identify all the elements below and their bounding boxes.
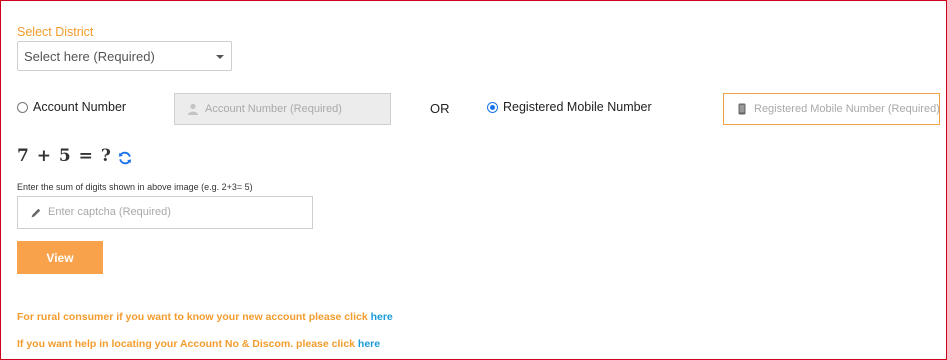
mobile-number-radio[interactable] xyxy=(487,102,498,113)
captcha-hint: Enter the sum of digits shown in above i… xyxy=(17,182,253,192)
view-button[interactable]: View xyxy=(17,241,103,274)
account-number-radio[interactable] xyxy=(17,102,28,113)
captcha-input[interactable]: Enter captcha (Required) xyxy=(17,196,313,229)
mobile-number-placeholder: Registered Mobile Number (Required) xyxy=(754,103,940,115)
mobile-number-input[interactable]: Registered Mobile Number (Required) xyxy=(723,93,940,125)
district-select[interactable]: Select here (Required) xyxy=(17,41,232,71)
rural-consumer-text: For rural consumer if you want to know y… xyxy=(17,311,371,323)
or-separator: OR xyxy=(430,101,450,116)
mobile-number-radio-label[interactable]: Registered Mobile Number xyxy=(503,100,652,114)
pencil-icon xyxy=(31,208,41,218)
account-number-radio-label[interactable]: Account Number xyxy=(33,100,126,114)
refresh-icon[interactable] xyxy=(118,151,132,165)
account-icon xyxy=(188,103,198,115)
locate-account-info: If you want help in locating your Accoun… xyxy=(17,338,380,350)
caret-down-icon xyxy=(216,55,224,59)
form-frame: Select District Select here (Required) A… xyxy=(0,0,947,360)
district-label: Select District xyxy=(17,25,94,39)
district-select-value: Select here (Required) xyxy=(24,49,155,64)
locate-account-text: If you want help in locating your Accoun… xyxy=(17,338,358,350)
account-number-placeholder: Account Number (Required) xyxy=(205,103,342,115)
rural-consumer-info: For rural consumer if you want to know y… xyxy=(17,311,393,323)
captcha-image: 7 + 5 = ? xyxy=(17,146,112,166)
locate-account-here-link[interactable]: here xyxy=(358,338,380,350)
mobile-phone-icon xyxy=(738,103,746,115)
captcha-placeholder: Enter captcha (Required) xyxy=(48,206,171,218)
rural-consumer-here-link[interactable]: here xyxy=(371,311,393,323)
account-number-input[interactable]: Account Number (Required) xyxy=(174,93,391,125)
